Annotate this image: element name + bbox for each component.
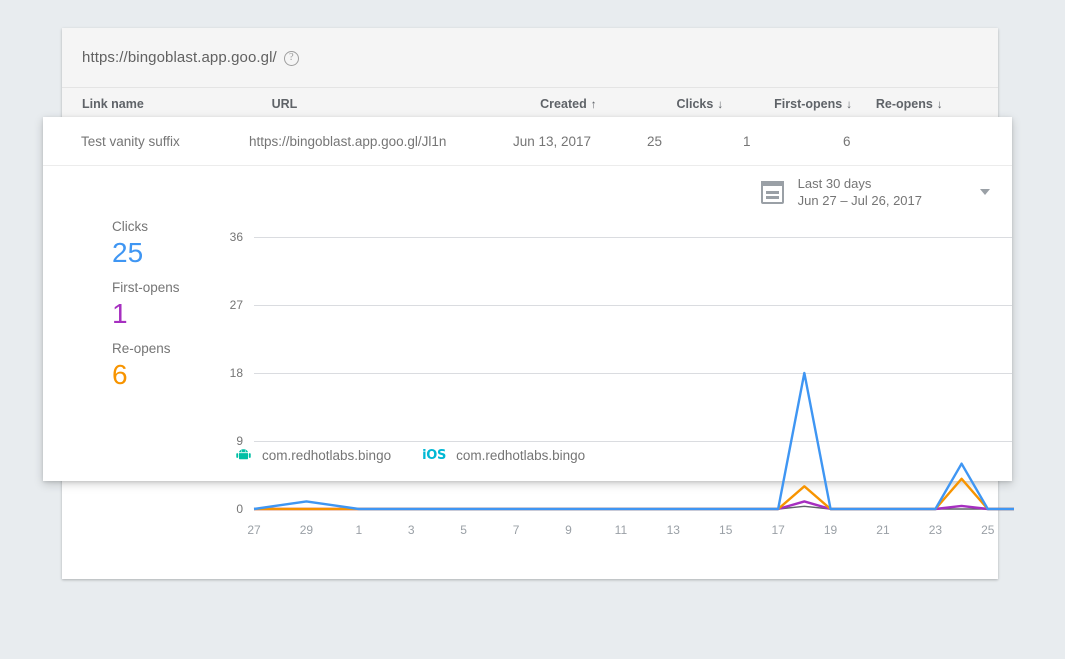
metric-clicks: Clicks 25 — [112, 219, 180, 270]
column-header-re-opens[interactable]: Re-opens ↓ — [876, 88, 998, 120]
chart-x-tick: 25 — [981, 523, 994, 537]
metric-value: 1 — [112, 296, 180, 331]
column-header-url[interactable]: URL — [272, 88, 541, 120]
android-icon — [235, 447, 252, 463]
chart-legend: com.redhotlabs.bingo iOS com.redhotlabs.… — [235, 447, 585, 463]
legend-item-android[interactable]: com.redhotlabs.bingo — [235, 447, 391, 463]
date-range-text: Last 30 days Jun 27 – Jul 26, 2017 — [798, 175, 922, 209]
detail-link-name: Test vanity suffix — [43, 134, 249, 149]
chart-x-tick: 5 — [460, 523, 467, 537]
detail-created: Jun 13, 2017 — [513, 134, 647, 149]
chart-x-tick: 23 — [929, 523, 942, 537]
ios-icon: iOS — [422, 448, 446, 463]
links-table-head: Link name URL Created ↑ Clicks ↓ First-ope… — [62, 88, 998, 120]
chart-series-clicks — [254, 373, 1014, 509]
metrics-summary: Clicks 25 First-opens 1 Re-opens 6 — [112, 219, 180, 402]
sort-arrow-first-opens: ↓ — [846, 99, 852, 111]
detail-re-opens: 6 — [843, 134, 963, 149]
chart-x-tick: 9 — [565, 523, 572, 537]
metric-value: 6 — [112, 357, 180, 392]
metric-first-opens: First-opens 1 — [112, 280, 180, 331]
column-header-label: First-opens — [774, 97, 842, 111]
calendar-icon — [761, 181, 784, 204]
chart-x-tick: 17 — [771, 523, 784, 537]
date-range-dates: Jun 27 – Jul 26, 2017 — [798, 193, 922, 208]
date-range-picker[interactable]: Last 30 days Jun 27 – Jul 26, 2017 — [761, 175, 990, 209]
detail-url: https://bingoblast.app.goo.gl/Jl1n — [249, 134, 513, 149]
detail-first-opens: 1 — [743, 134, 843, 149]
column-header-clicks[interactable]: Clicks ↓ — [676, 88, 774, 120]
metric-value: 25 — [112, 235, 180, 270]
metric-re-opens: Re-opens 6 — [112, 341, 180, 392]
chevron-down-icon[interactable] — [980, 189, 990, 195]
chart-x-tick: 27 — [247, 523, 260, 537]
chart-x-tick: 15 — [719, 523, 732, 537]
help-circle-icon[interactable]: ? — [284, 51, 299, 66]
sort-arrow-clicks: ↓ — [717, 99, 723, 111]
column-header-label: Re-opens — [876, 97, 933, 111]
domain-label: https://bingoblast.app.goo.gl/ — [82, 49, 277, 66]
metric-label: Clicks — [112, 219, 180, 234]
column-header-label: URL — [272, 97, 298, 111]
chart-series-re-opens — [254, 479, 1014, 509]
column-header-link-name[interactable]: Link name — [62, 88, 272, 120]
column-header-label: Created — [540, 97, 587, 111]
chart-x-tick: 29 — [300, 523, 313, 537]
detail-clicks: 25 — [647, 134, 743, 149]
page-root: https://bingoblast.app.goo.gl/ ? Link na… — [0, 0, 1065, 659]
engagement-line-chart: 091827362729135791113151719212325 — [229, 237, 1029, 537]
chart-x-tick: 3 — [408, 523, 415, 537]
table-header-row: Link name URL Created ↑ Clicks ↓ First-ope… — [62, 88, 998, 120]
date-range-preset: Last 30 days — [798, 176, 872, 191]
chart-plot-area — [229, 237, 1034, 513]
sort-arrow-re-opens: ↓ — [937, 99, 943, 111]
metric-label: Re-opens — [112, 341, 180, 356]
column-header-first-opens[interactable]: First-opens ↓ — [774, 88, 876, 120]
chart-x-tick: 11 — [615, 523, 627, 537]
column-header-label: Link name — [82, 97, 144, 111]
detail-selected-row[interactable]: Test vanity suffix https://bingoblast.ap… — [43, 117, 1012, 166]
legend-item-ios[interactable]: iOS com.redhotlabs.bingo — [422, 448, 585, 463]
link-detail-panel: Test vanity suffix https://bingoblast.ap… — [43, 117, 1012, 481]
chart-x-tick: 1 — [355, 523, 362, 537]
chart-x-tick: 21 — [876, 523, 889, 537]
column-header-created[interactable]: Created ↑ — [540, 88, 676, 120]
sort-arrow-created: ↑ — [591, 99, 597, 111]
chart-x-tick: 13 — [667, 523, 680, 537]
chart-x-tick: 7 — [513, 523, 520, 537]
metric-label: First-opens — [112, 280, 180, 295]
legend-label: com.redhotlabs.bingo — [262, 448, 391, 463]
chart-x-tick: 19 — [824, 523, 837, 537]
domain-bar: https://bingoblast.app.goo.gl/ ? — [62, 28, 998, 88]
column-header-label: Clicks — [676, 97, 713, 111]
legend-label: com.redhotlabs.bingo — [456, 448, 585, 463]
